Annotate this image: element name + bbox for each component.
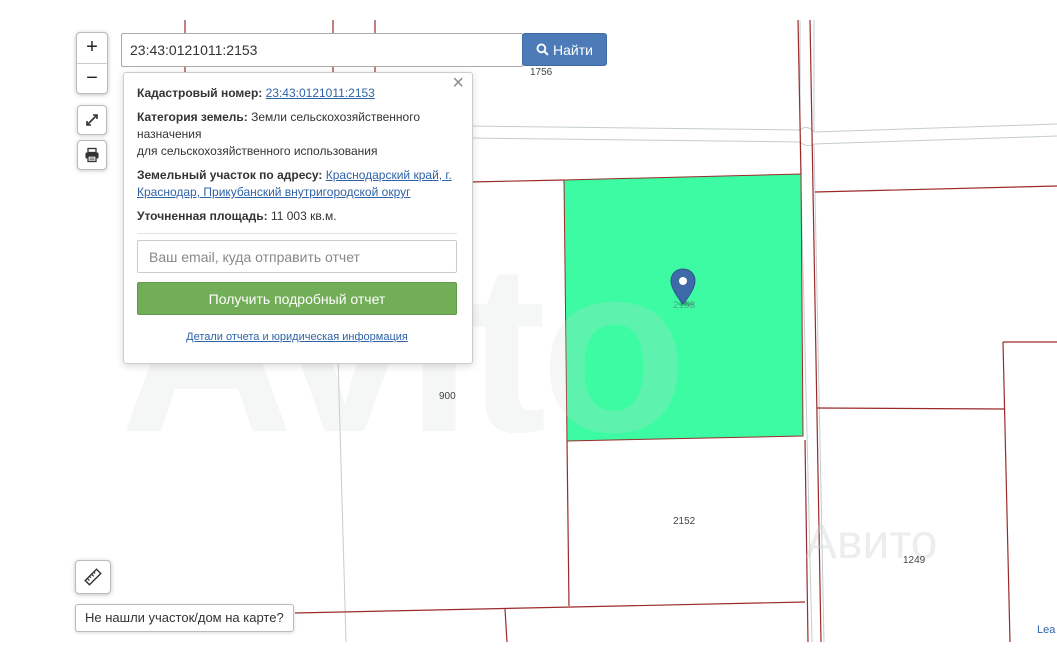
ruler-button[interactable] [75, 560, 111, 594]
fullscreen-button[interactable] [77, 105, 107, 135]
parcel-label-1249: 1249 [903, 555, 926, 566]
not-found-button[interactable]: Не нашли участок/дом на карте? [75, 604, 294, 632]
parcel-label-900: 900 [439, 391, 456, 402]
popup-content: Кадастровый номер: 23:43:0121011:2153 Ка… [137, 85, 457, 273]
zoom-out-button[interactable]: − [77, 63, 107, 94]
parcel-label-2152: 2152 [673, 516, 696, 527]
zoom-control: + − [76, 32, 108, 94]
details-link[interactable]: Детали отчета и юридическая информация [124, 329, 470, 346]
address-row: Земельный участок по адресу: Краснодарск… [137, 167, 457, 201]
area-label: Уточненная площадь: [137, 209, 268, 223]
ruler-icon [84, 568, 102, 586]
cadastral-row: Кадастровый номер: 23:43:0121011:2153 [137, 85, 457, 102]
expand-icon [86, 114, 98, 126]
parcel-label-1756: 1756 [530, 67, 553, 78]
location-marker-icon[interactable] [670, 268, 696, 306]
email-input[interactable] [137, 240, 457, 273]
parcel-info-popup: × Кадастровый номер: 23:43:0121011:2153 … [123, 72, 473, 364]
search-icon [536, 43, 549, 56]
map-attribution[interactable]: Lea [1035, 624, 1057, 636]
search-button-label: Найти [553, 41, 593, 58]
popup-divider [137, 233, 457, 234]
get-report-button[interactable]: Получить подробный отчет [137, 282, 457, 315]
category-use-value: для сельскохозяйственного использования [137, 144, 378, 158]
cadastral-search-input[interactable] [121, 33, 523, 67]
address-label: Земельный участок по адресу: [137, 168, 323, 182]
cadastral-number-link[interactable]: 23:43:0121011:2153 [266, 86, 375, 100]
category-row: Категория земель: Земли сельскохозяйстве… [137, 109, 457, 160]
zoom-in-button[interactable]: + [77, 33, 107, 63]
printer-icon [85, 147, 99, 163]
category-label: Категория земель: [137, 110, 248, 124]
cadastral-label: Кадастровый номер: [137, 86, 263, 100]
search-button[interactable]: Найти [522, 33, 607, 66]
area-value: 11 003 кв.м. [270, 209, 337, 223]
print-button[interactable] [77, 140, 107, 170]
area-row: Уточненная площадь: 11 003 кв.м. [137, 208, 457, 225]
